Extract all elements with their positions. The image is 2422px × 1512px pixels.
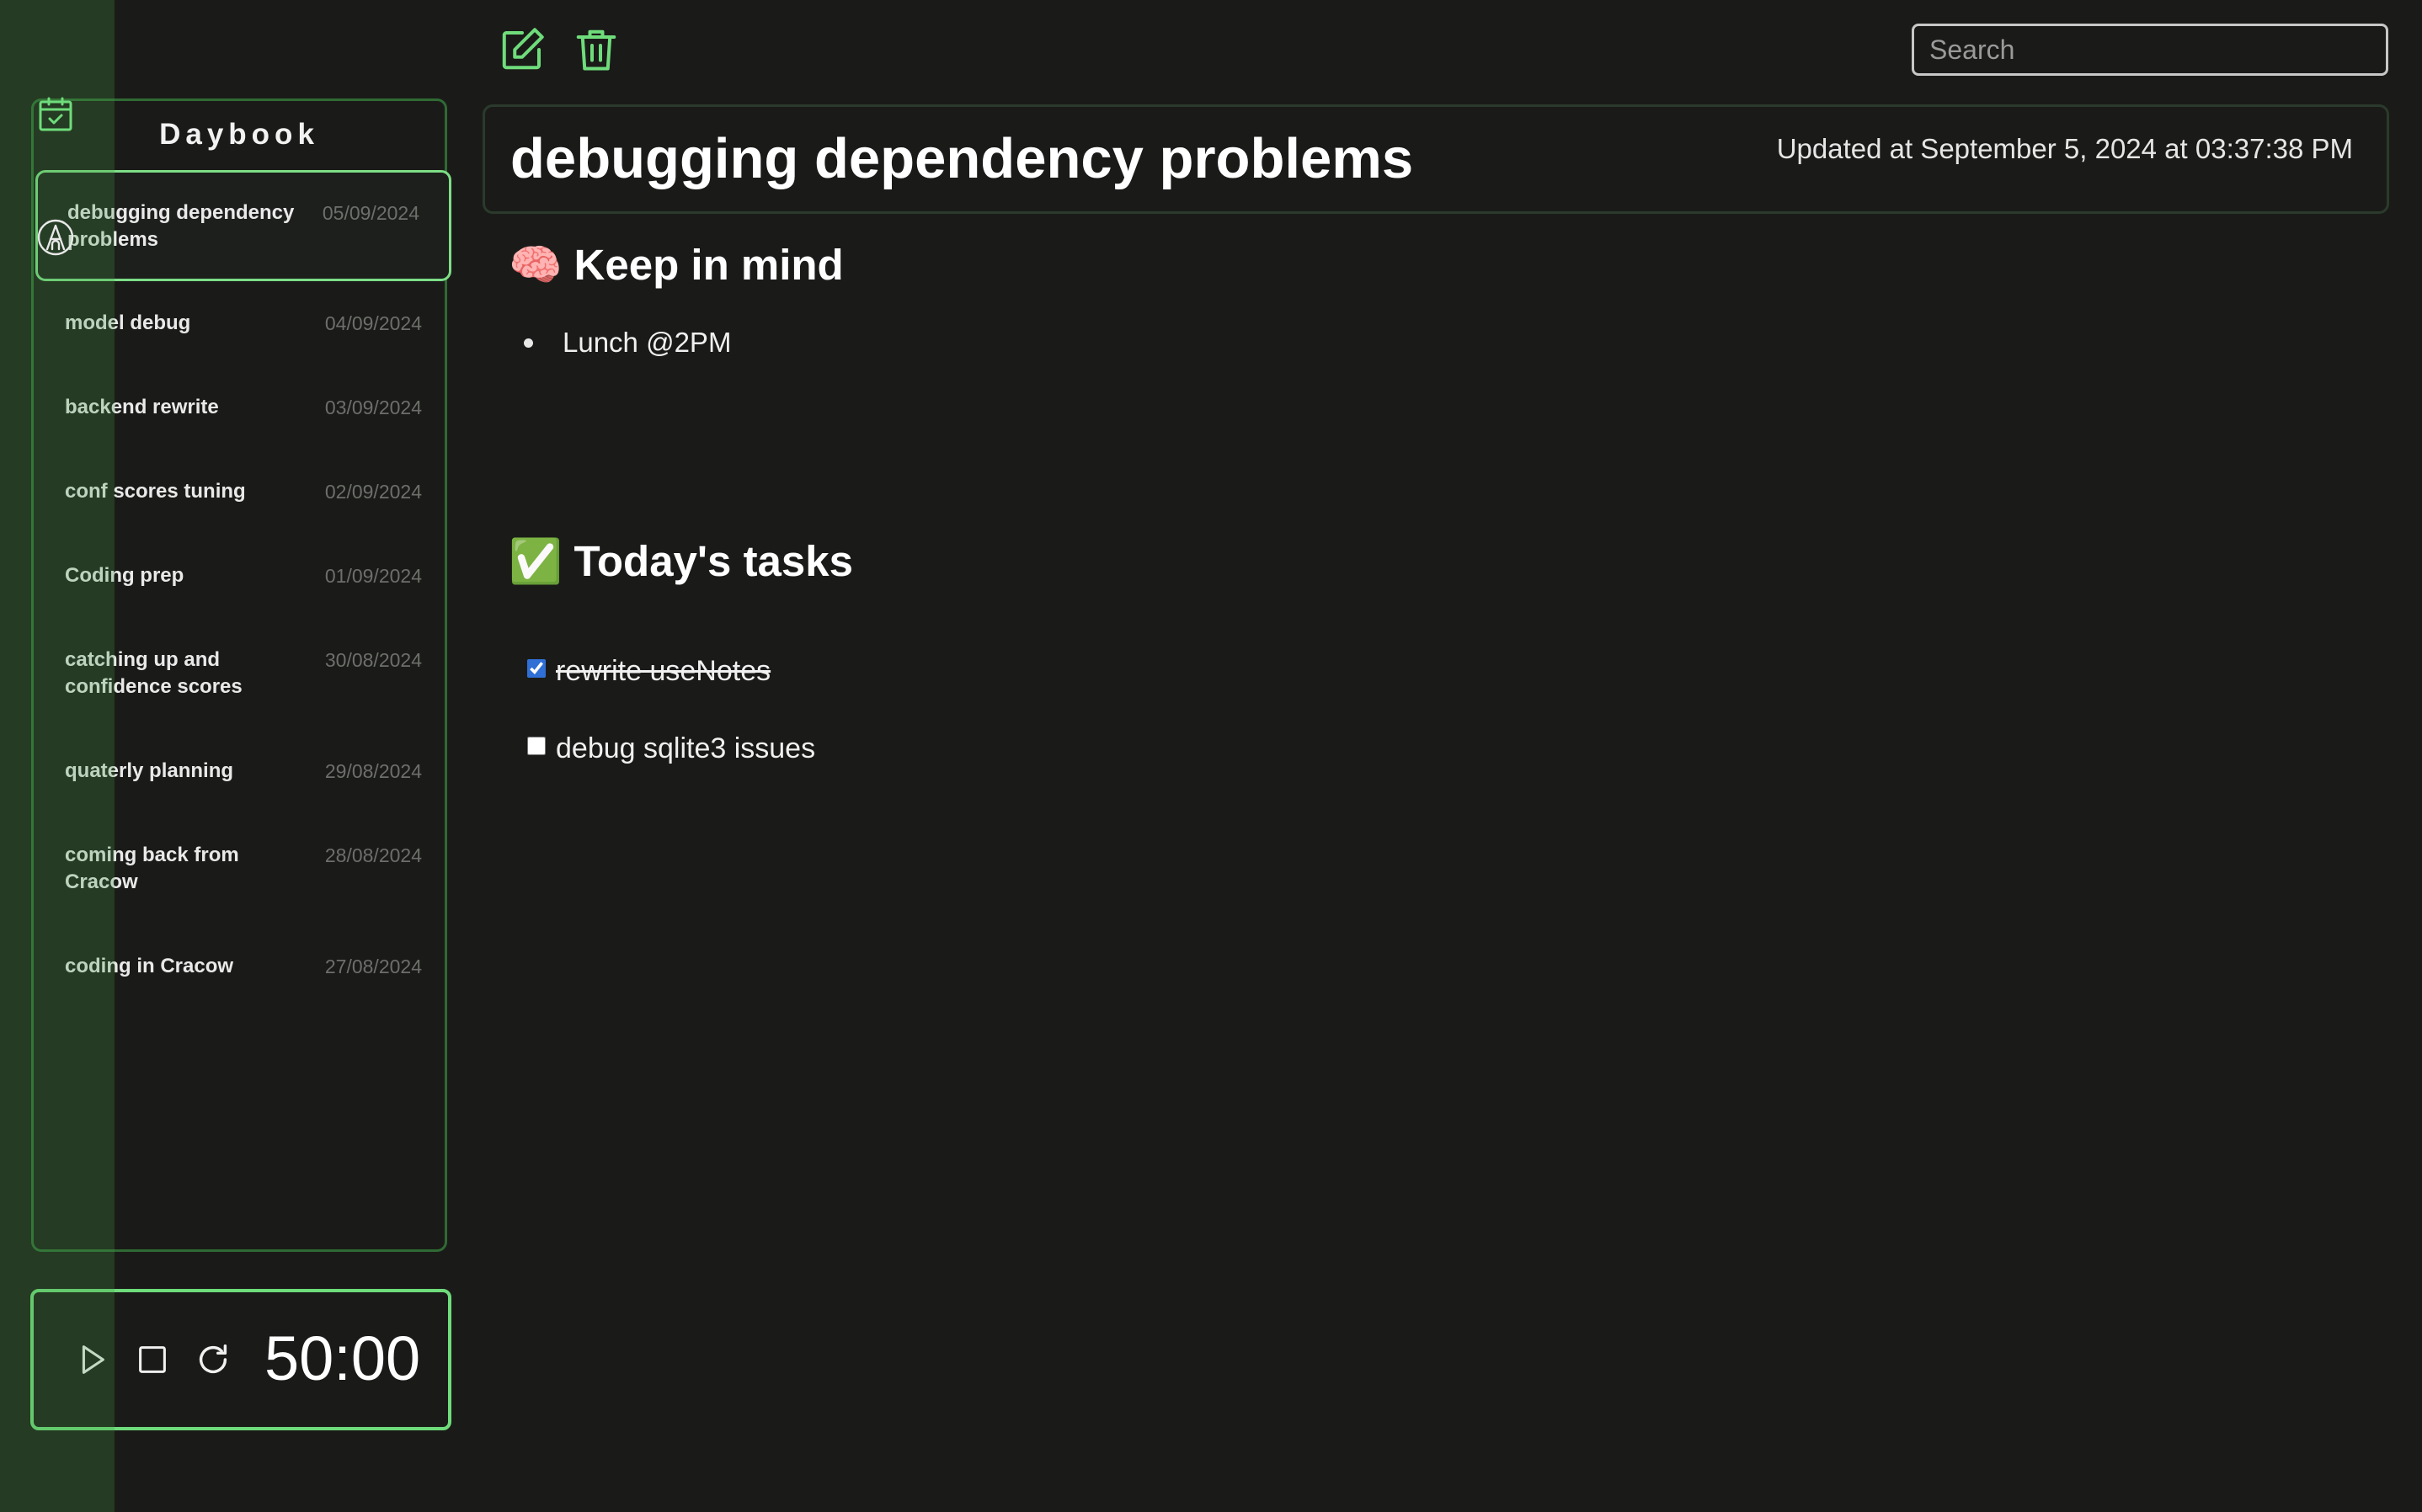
app-logo-icon[interactable] [35, 217, 76, 258]
section-heading-text: Today's tasks [573, 537, 854, 585]
task-checkbox[interactable] [527, 737, 546, 755]
note-date: 30/08/2024 [324, 649, 422, 671]
bullet-dot [524, 338, 533, 348]
note-date: 03/09/2024 [324, 397, 422, 418]
section-heading-text: Keep in mind [573, 241, 844, 289]
note-date: 28/08/2024 [324, 844, 422, 866]
search-input[interactable] [1912, 24, 2388, 76]
note-date: 02/09/2024 [324, 481, 422, 503]
reset-icon[interactable] [194, 1340, 232, 1379]
note-header: debugging dependency problems Updated at… [483, 104, 2389, 214]
trash-icon[interactable] [571, 24, 622, 75]
brain-icon: 🧠 [509, 241, 563, 289]
task-text[interactable]: debug sqlite3 issues [556, 729, 815, 768]
timer-value: 50:00 [264, 1323, 421, 1393]
edit-icon[interactable] [497, 24, 547, 75]
task-checkbox[interactable] [527, 659, 546, 678]
section-heading-keep-in-mind[interactable]: 🧠 Keep in mind [509, 239, 844, 291]
check-mark-icon: ✅ [509, 537, 563, 585]
note-date: 01/09/2024 [324, 565, 422, 587]
note-date: 05/09/2024 [322, 202, 419, 224]
note-date: 04/09/2024 [324, 312, 422, 334]
task-text[interactable]: rewrite useNotes [556, 652, 771, 690]
stop-icon[interactable] [133, 1340, 172, 1379]
note-title-heading[interactable]: debugging dependency problems [510, 125, 1413, 193]
note-date: 29/08/2024 [324, 760, 422, 782]
bullet-item[interactable]: Lunch @2PM [563, 323, 731, 362]
app-rail [0, 0, 115, 1512]
calendar-check-icon[interactable] [35, 94, 76, 135]
note-date: 27/08/2024 [324, 956, 422, 977]
section-heading-todays-tasks[interactable]: ✅ Today's tasks [509, 535, 853, 588]
updated-timestamp: Updated at September 5, 2024 at 03:37:38… [1776, 133, 2353, 164]
